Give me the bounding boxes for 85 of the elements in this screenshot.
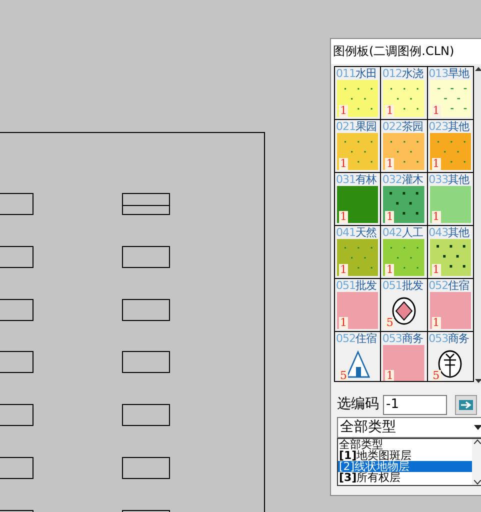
scroll-down-icon[interactable]	[474, 480, 480, 485]
legend-name: 其他	[448, 120, 470, 133]
circled-symbol-icon	[438, 350, 462, 378]
legend-code: 042	[382, 226, 402, 239]
legend-code: 033	[428, 173, 448, 186]
legend-cell[interactable]: 033其他 1	[428, 173, 473, 225]
legend-name: 商务	[448, 332, 470, 345]
legend-code: 053	[382, 332, 402, 345]
legend-name: 住宿	[356, 332, 376, 345]
code-field[interactable]: -1	[383, 394, 447, 414]
legend-code: 051	[382, 279, 402, 292]
legend-cell[interactable]: 021果园 1	[335, 120, 380, 172]
legend-mark: 1	[339, 317, 348, 329]
legend-cell[interactable]: 042人工 1	[381, 226, 427, 278]
legend-cell[interactable]: 043其他 1	[428, 226, 473, 278]
legend-mark: 1	[385, 264, 394, 276]
legend-name: 旱地	[448, 67, 470, 80]
legend-code: 052	[428, 279, 448, 292]
legend-name: 水浇	[402, 67, 423, 80]
legend-name: 天然	[356, 226, 376, 239]
legend-code: 012	[382, 67, 402, 80]
arrow-right-icon	[459, 400, 473, 410]
legend-mark: 1	[339, 105, 348, 117]
legend-name: 其他	[448, 173, 470, 186]
diamond-symbol-icon	[392, 296, 416, 324]
legend-code: 041	[336, 226, 356, 239]
legend-name: 商务	[402, 332, 423, 345]
legend-code: 043	[428, 226, 448, 239]
legend-name: 住宿	[448, 279, 470, 292]
legend-cell[interactable]: 053商务 5	[428, 332, 473, 381]
legend-cell[interactable]: 051批发 1	[335, 279, 380, 331]
legend-mark: 1	[339, 264, 348, 276]
legend-name: 果园	[356, 120, 376, 133]
legend-cell[interactable]: 051批发 5	[381, 279, 427, 331]
legend-code: 021	[336, 120, 356, 133]
legend-code: 013	[428, 67, 448, 80]
legend-code: 031	[336, 173, 356, 186]
code-label: 选编码	[337, 395, 379, 414]
legend-code: 052	[336, 332, 356, 345]
legend-name: 批发	[402, 279, 423, 292]
legend-code: 053	[428, 332, 448, 345]
legend-name: 人工	[402, 226, 423, 239]
scroll-down-icon[interactable]	[475, 378, 481, 384]
legend-name: 有林	[356, 173, 376, 186]
legend-mark: 1	[385, 158, 394, 170]
legend-name: 批发	[356, 279, 376, 292]
scroll-up-icon[interactable]	[474, 439, 480, 444]
legend-code: 022	[382, 120, 402, 133]
legend-mark: 1	[385, 370, 394, 381]
legend-code: 032	[382, 173, 402, 186]
legend-mark: 1	[339, 211, 348, 223]
legend-code: 051	[336, 279, 356, 292]
type-dropdown[interactable]: 全部类型	[337, 417, 481, 438]
legend-cell[interactable]: 013旱地 1	[428, 67, 473, 119]
legend-cell[interactable]: 053商务 1	[381, 332, 427, 381]
legend-name: 灌木	[402, 173, 423, 186]
legend-name: 水田	[356, 67, 376, 80]
legend-mark: 5	[339, 370, 348, 381]
legend-mark: 1	[385, 211, 394, 223]
legend-mark: 5	[385, 317, 394, 329]
type-option[interactable]: [1]地类图斑层	[338, 450, 472, 461]
legend-cell[interactable]: 022茶园 1	[381, 120, 427, 172]
legend-cell[interactable]: 052住宿 5	[335, 332, 380, 381]
legend-mark: 1	[385, 105, 394, 117]
legend-code: 011	[336, 67, 356, 80]
panel-title: 图例板(二调图例.CLN)	[331, 39, 481, 64]
caret-icon	[474, 425, 481, 430]
legend-cell[interactable]: 012水浇 1	[381, 67, 427, 119]
legend-cell[interactable]: 023其他 1	[428, 120, 473, 172]
go-button[interactable]	[455, 394, 477, 414]
legend-cell[interactable]: 011水田 1	[335, 67, 380, 119]
legend-name: 茶园	[402, 120, 423, 133]
legend-mark: 5	[432, 370, 441, 381]
legend-cell[interactable]: 032灌木 1	[381, 173, 427, 225]
legend-code: 023	[428, 120, 448, 133]
type-option[interactable]: [3]所有权层	[338, 472, 472, 483]
scroll-up-icon[interactable]	[475, 66, 481, 72]
type-option[interactable]: [2]线状地物层	[338, 461, 472, 472]
legend-cell[interactable]: 052住宿 1	[428, 279, 473, 331]
tent-icon	[346, 350, 370, 378]
legend-name: 其他	[448, 226, 470, 239]
legend-cell[interactable]: 041天然 1	[335, 226, 380, 278]
legend-cell[interactable]: 031有林 1	[335, 173, 380, 225]
legend-mark: 1	[339, 158, 348, 170]
type-option[interactable]: 全部类型	[338, 439, 472, 450]
